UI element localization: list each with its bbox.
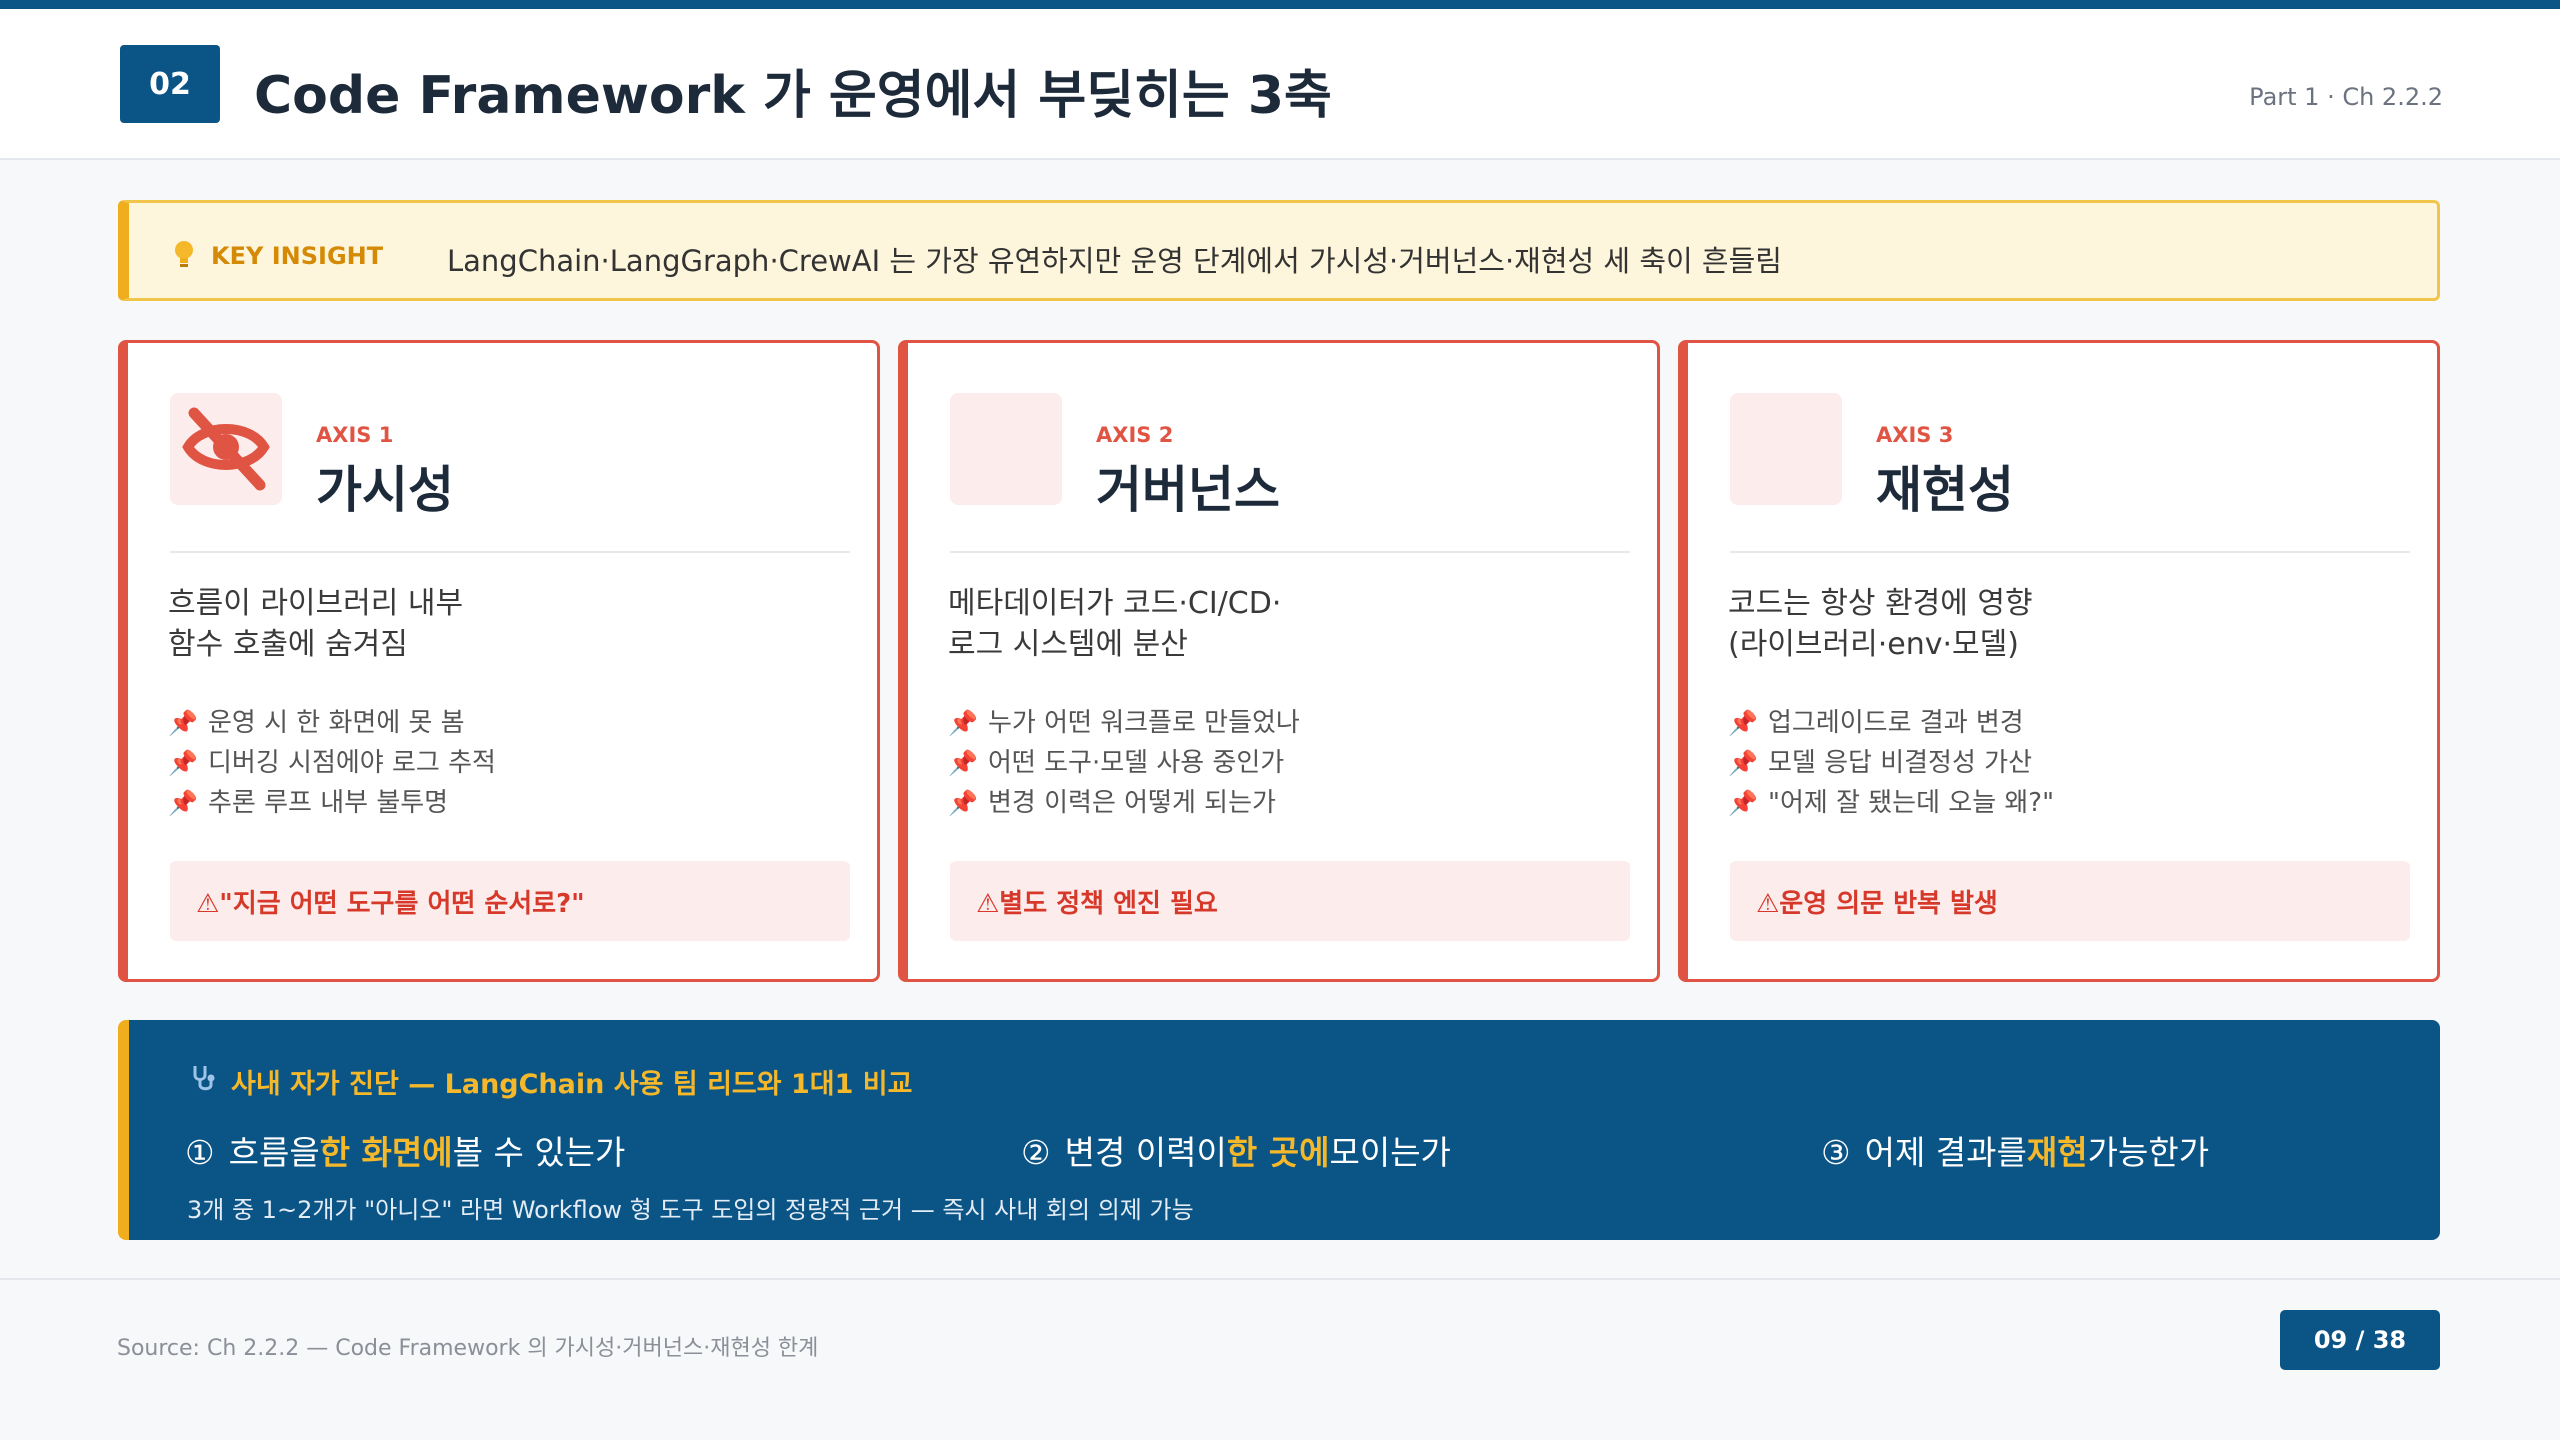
axis-label: AXIS 3 xyxy=(1876,423,1954,447)
section-number-badge: 02 xyxy=(120,45,220,123)
stethoscope-icon xyxy=(189,1063,219,1100)
pushpin-icon: 📌 xyxy=(168,749,198,777)
bullet-text: 어떤 도구·모델 사용 중인가 xyxy=(988,748,1285,778)
question-text: 모이는가 xyxy=(1329,1133,1451,1172)
question-highlight: 한 곳에 xyxy=(1226,1133,1330,1172)
description-line: 코드는 항상 환경에 영향 xyxy=(1728,586,2033,621)
bullet-text: 업그레이드로 결과 변경 xyxy=(1768,708,2024,738)
part-chapter-label: Part 1 · Ch 2.2.2 xyxy=(2249,83,2443,111)
page-title: Code Framework 가 운영에서 부딪히는 3축 xyxy=(254,66,1332,126)
axis-bullet-list: 📌 누가 어떤 워크플로 만들었나 📌 어떤 도구·모델 사용 중인가 📌 변경 이력… xyxy=(948,703,1300,823)
bullet-text: 디버깅 시점에야 로그 추적 xyxy=(208,748,496,778)
axis-icon-box xyxy=(1730,393,1842,505)
axis-icon-box xyxy=(170,393,282,505)
warning-callout: ⚠"지금 어떤 도구를 어떤 순서로?" xyxy=(170,861,850,941)
diagnosis-question: ① 흐름을한 화면에볼 수 있는가 xyxy=(185,1126,625,1174)
bullet-text: 운영 시 한 화면에 못 봄 xyxy=(208,708,465,738)
description-line: 흐름이 라이브러리 내부 xyxy=(168,586,464,621)
footer-divider xyxy=(0,1278,2560,1280)
question-text: 변경 이력이 xyxy=(1064,1133,1227,1172)
pushpin-icon: 📌 xyxy=(1728,789,1758,817)
page-number-badge: 09 / 38 xyxy=(2280,1310,2440,1370)
list-item: 📌 변경 이력은 어떻게 되는가 xyxy=(948,783,1300,823)
question-text: 흐름을 xyxy=(228,1133,320,1172)
question-text: 가능한가 xyxy=(2087,1133,2210,1172)
description-line: 함수 호출에 숨겨짐 xyxy=(168,627,408,662)
pushpin-icon: 📌 xyxy=(948,789,978,817)
axis-title: 재현성 xyxy=(1876,461,2014,519)
warning-callout: ⚠별도 정책 엔진 필요 xyxy=(950,861,1630,941)
axis-title: 가시성 xyxy=(316,461,454,519)
axis-card-visibility: AXIS 1 가시성 흐름이 라이브러리 내부 함수 호출에 숨겨짐 📌 운영 시… xyxy=(118,340,880,982)
self-diagnosis-panel: 사내 자가 진단 — LangChain 사용 팀 리드와 1대1 비교 ① 흐름… xyxy=(118,1020,2440,1240)
axis-bullet-list: 📌 업그레이드로 결과 변경 📌 모델 응답 비결정성 가산 📌 "어제 잘 됐는데 … xyxy=(1728,703,2054,823)
bullet-text: 누가 어떤 워크플로 만들었나 xyxy=(988,708,1300,738)
list-item: 📌 업그레이드로 결과 변경 xyxy=(1728,703,2054,743)
list-item: 📌 누가 어떤 워크플로 만들었나 xyxy=(948,703,1300,743)
question-number: ③ xyxy=(1821,1133,1851,1172)
source-citation: Source: Ch 2.2.2 — Code Framework 의 가시성·… xyxy=(117,1336,819,1361)
axis-description: 메타데이터가 코드·CI/CD· 로그 시스템에 분산 xyxy=(948,583,1281,665)
diagnosis-note: 3개 중 1~2개가 "아니오" 라면 Workflow 형 도구 도입의 정량… xyxy=(187,1196,1194,1224)
list-item: 📌 어떤 도구·모델 사용 중인가 xyxy=(948,743,1300,783)
pushpin-icon: 📌 xyxy=(1728,709,1758,737)
eye-off-icon xyxy=(180,401,272,497)
diagnosis-title-text: 사내 자가 진단 — LangChain 사용 팀 리드와 1대1 비교 xyxy=(231,1069,913,1100)
axis-label: AXIS 2 xyxy=(1096,423,1174,447)
pushpin-icon: 📌 xyxy=(948,709,978,737)
insight-text: LangChain·LangGraph·CrewAI 는 가장 유연하지만 운영… xyxy=(447,244,1782,278)
pushpin-icon: 📌 xyxy=(168,789,198,817)
warning-callout: ⚠운영 의문 반복 발생 xyxy=(1730,861,2410,941)
axis-title: 거버넌스 xyxy=(1096,461,1280,519)
axis-description: 코드는 항상 환경에 영향 (라이브러리·env·모델) xyxy=(1728,583,2033,665)
axis-description: 흐름이 라이브러리 내부 함수 호출에 숨겨짐 xyxy=(168,583,463,665)
question-number: ② xyxy=(1021,1133,1051,1172)
pushpin-icon: 📌 xyxy=(1728,749,1758,777)
axis-label: AXIS 1 xyxy=(316,423,394,447)
question-highlight: 한 화면에 xyxy=(319,1133,453,1172)
insight-label: KEY INSIGHT xyxy=(211,242,384,270)
pushpin-icon: 📌 xyxy=(948,749,978,777)
question-text: 볼 수 있는가 xyxy=(452,1133,626,1172)
divider xyxy=(1730,551,2410,553)
bullet-text: "어제 잘 됐는데 오늘 왜?" xyxy=(1768,788,2055,818)
question-number: ① xyxy=(185,1133,215,1172)
axis-card-reproducibility: AXIS 3 재현성 코드는 항상 환경에 영향 (라이브러리·env·모델) … xyxy=(1678,340,2440,982)
key-insight-callout: KEY INSIGHT LangChain·LangGraph·CrewAI 는… xyxy=(118,200,2440,301)
question-text: 어제 결과를 xyxy=(1864,1133,2027,1172)
pushpin-icon: 📌 xyxy=(168,709,198,737)
list-item: 📌 "어제 잘 됐는데 오늘 왜?" xyxy=(1728,783,2054,823)
axis-card-governance: AXIS 2 거버넌스 메타데이터가 코드·CI/CD· 로그 시스템에 분산 … xyxy=(898,340,1660,982)
divider xyxy=(170,551,850,553)
divider xyxy=(950,551,1630,553)
diagnosis-title: 사내 자가 진단 — LangChain 사용 팀 리드와 1대1 비교 xyxy=(189,1062,912,1101)
description-line: (라이브러리·env·모델) xyxy=(1728,627,2019,662)
list-item: 📌 모델 응답 비결정성 가산 xyxy=(1728,743,2054,783)
description-line: 메타데이터가 코드·CI/CD· xyxy=(948,586,1282,621)
list-item: 📌 운영 시 한 화면에 못 봄 xyxy=(168,703,496,743)
top-accent-strip xyxy=(0,0,2560,9)
diagnosis-question: ③ 어제 결과를재현가능한가 xyxy=(1821,1126,2209,1174)
diagnosis-question: ② 변경 이력이한 곳에모이는가 xyxy=(1021,1126,1451,1174)
axis-icon-box xyxy=(950,393,1062,505)
list-item: 📌 추론 루프 내부 불투명 xyxy=(168,783,496,823)
slide-header: 02 Code Framework 가 운영에서 부딪히는 3축 Part 1 … xyxy=(0,9,2560,160)
bullet-text: 모델 응답 비결정성 가산 xyxy=(1768,748,2032,778)
axis-bullet-list: 📌 운영 시 한 화면에 못 봄 📌 디버깅 시점에야 로그 추적 📌 추론 루프 내… xyxy=(168,703,496,823)
lightbulb-icon xyxy=(173,240,195,277)
description-line: 로그 시스템에 분산 xyxy=(948,627,1188,662)
bullet-text: 변경 이력은 어떻게 되는가 xyxy=(988,788,1276,818)
bullet-text: 추론 루프 내부 불투명 xyxy=(208,788,449,818)
list-item: 📌 디버깅 시점에야 로그 추적 xyxy=(168,743,496,783)
question-highlight: 재현 xyxy=(2026,1133,2088,1172)
